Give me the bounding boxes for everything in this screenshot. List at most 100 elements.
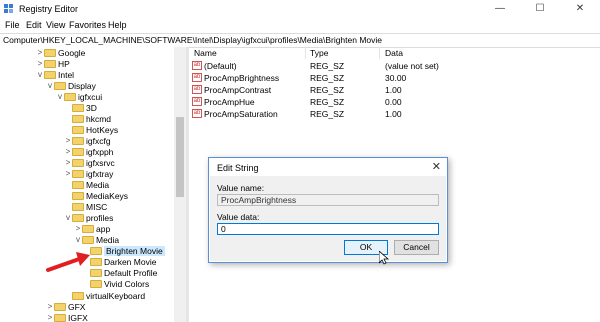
value-data: (value not set) xyxy=(385,61,439,71)
dialog-close-button[interactable]: ✕ xyxy=(432,160,441,173)
folder-icon xyxy=(82,225,94,233)
tree-item-label: Vivid Colors xyxy=(104,279,150,289)
folder-icon xyxy=(72,181,84,189)
tree-item-label: igfxpph xyxy=(86,147,114,157)
value-data-label: Value data: xyxy=(217,212,260,222)
tree-item-label: Intel xyxy=(58,70,75,80)
tree-item-label: Darken Movie xyxy=(104,257,157,267)
registry-tree[interactable]: > Google > HP v Intel v Display v igfxcu… xyxy=(0,47,186,322)
expand-icon[interactable]: > xyxy=(46,313,54,322)
tree-item-label: Display xyxy=(68,81,96,91)
column-header-type[interactable]: Type xyxy=(310,48,328,58)
folder-icon xyxy=(72,192,84,200)
value-name-field[interactable] xyxy=(217,194,439,206)
folder-icon xyxy=(72,104,84,112)
tree-scrollbar[interactable] xyxy=(174,47,186,322)
folder-icon xyxy=(72,115,84,123)
scrollbar-thumb[interactable] xyxy=(176,117,184,197)
collapse-icon[interactable]: v xyxy=(36,70,44,80)
tree-item-label: igfxcfg xyxy=(86,136,111,146)
value-row-default[interactable]: ab (Default) REG_SZ (value not set) xyxy=(189,60,600,72)
red-arrow-icon xyxy=(46,252,90,272)
tree-item-label: Media xyxy=(96,235,120,245)
expand-icon[interactable]: > xyxy=(36,59,44,69)
value-name: (Default) xyxy=(204,61,237,71)
value-data-field[interactable] xyxy=(217,223,439,235)
expand-icon[interactable]: > xyxy=(46,302,54,312)
tree-item-label: HP xyxy=(58,59,70,69)
menu-file[interactable]: File xyxy=(5,20,20,30)
column-separator[interactable] xyxy=(305,47,306,59)
folder-icon xyxy=(64,93,76,101)
folder-icon xyxy=(82,236,94,244)
value-type: REG_SZ xyxy=(310,85,345,95)
expand-icon[interactable]: > xyxy=(64,158,72,168)
tree-item-label: MediaKeys xyxy=(86,191,129,201)
edit-string-dialog: Edit String ✕ Value name: Value data: OK… xyxy=(208,157,448,263)
column-header-data[interactable]: Data xyxy=(385,48,403,58)
column-header-name[interactable]: Name xyxy=(194,48,217,58)
dialog-body: Value name: Value data: OK Cancel xyxy=(210,176,446,261)
menu-edit[interactable]: Edit xyxy=(26,20,42,30)
collapse-icon[interactable]: v xyxy=(46,81,54,91)
address-path[interactable]: Computer\HKEY_LOCAL_MACHINE\SOFTWARE\Int… xyxy=(3,35,382,45)
maximize-button[interactable]: ☐ xyxy=(520,0,560,18)
tree-item-label: IGFX xyxy=(68,313,88,322)
folder-icon xyxy=(72,203,84,211)
close-button[interactable]: ✕ xyxy=(560,0,600,18)
value-name: ProcAmpBrightness xyxy=(204,73,280,83)
collapse-icon[interactable]: v xyxy=(56,92,64,102)
folder-icon xyxy=(44,60,56,68)
value-name: ProcAmpContrast xyxy=(204,85,272,95)
tree-item-label: Google xyxy=(58,48,86,58)
collapse-icon[interactable]: v xyxy=(64,213,72,223)
value-type: REG_SZ xyxy=(310,109,345,119)
registry-editor-icon xyxy=(4,4,13,13)
tree-item-label: HotKeys xyxy=(86,125,119,135)
minimize-button[interactable]: — xyxy=(480,0,520,18)
tree-item-label: igfxsrvc xyxy=(86,158,115,168)
tree-item-label: hkcmd xyxy=(86,114,112,124)
folder-icon xyxy=(72,292,84,300)
column-separator[interactable] xyxy=(379,47,380,59)
expand-icon[interactable]: > xyxy=(64,136,72,146)
folder-icon xyxy=(90,280,102,288)
string-value-icon: ab xyxy=(192,73,202,82)
menu-view[interactable]: View xyxy=(46,20,65,30)
tree-item-label: 3D xyxy=(86,103,97,113)
value-row-procampsaturation[interactable]: ab ProcAmpSaturation REG_SZ 1.00 xyxy=(189,108,600,120)
folder-icon xyxy=(44,49,56,57)
value-name-label: Value name: xyxy=(217,183,265,193)
title-bar: Registry Editor — ☐ ✕ xyxy=(0,0,600,18)
menu-bar: File Edit View Favorites Help xyxy=(0,18,600,33)
string-value-icon: ab xyxy=(192,61,202,70)
menu-help[interactable]: Help xyxy=(108,20,127,30)
expand-icon[interactable]: > xyxy=(64,147,72,157)
expand-icon[interactable]: > xyxy=(36,48,44,58)
string-value-icon: ab xyxy=(192,97,202,106)
menu-favorites[interactable]: Favorites xyxy=(69,20,106,30)
tree-item-label: GFX xyxy=(68,302,86,312)
value-row-procampbrightness[interactable]: ab ProcAmpBrightness REG_SZ 30.00 xyxy=(189,72,600,84)
folder-icon xyxy=(72,159,84,167)
expand-icon[interactable]: > xyxy=(74,224,82,234)
tree-item-label: igfxtray xyxy=(86,169,114,179)
folder-icon xyxy=(54,82,66,90)
expand-icon[interactable]: > xyxy=(64,169,72,179)
value-name: ProcAmpHue xyxy=(204,97,255,107)
value-data: 30.00 xyxy=(385,73,407,83)
value-data: 0.00 xyxy=(385,97,402,107)
string-value-icon: ab xyxy=(192,85,202,94)
value-type: REG_SZ xyxy=(310,73,345,83)
address-bar[interactable]: Computer\HKEY_LOCAL_MACHINE\SOFTWARE\Int… xyxy=(0,33,600,48)
value-row-procamphue[interactable]: ab ProcAmpHue REG_SZ 0.00 xyxy=(189,96,600,108)
value-row-procampcontrast[interactable]: ab ProcAmpContrast REG_SZ 1.00 xyxy=(189,84,600,96)
tree-item-label: igfxcui xyxy=(78,92,103,102)
collapse-icon[interactable]: v xyxy=(74,235,82,245)
folder-icon xyxy=(54,314,66,322)
cancel-button[interactable]: Cancel xyxy=(394,240,439,255)
value-type: REG_SZ xyxy=(310,61,345,71)
string-value-icon: ab xyxy=(192,109,202,118)
tree-item-label: Brighten Movie xyxy=(104,246,165,256)
tree-item-label: app xyxy=(96,224,111,234)
